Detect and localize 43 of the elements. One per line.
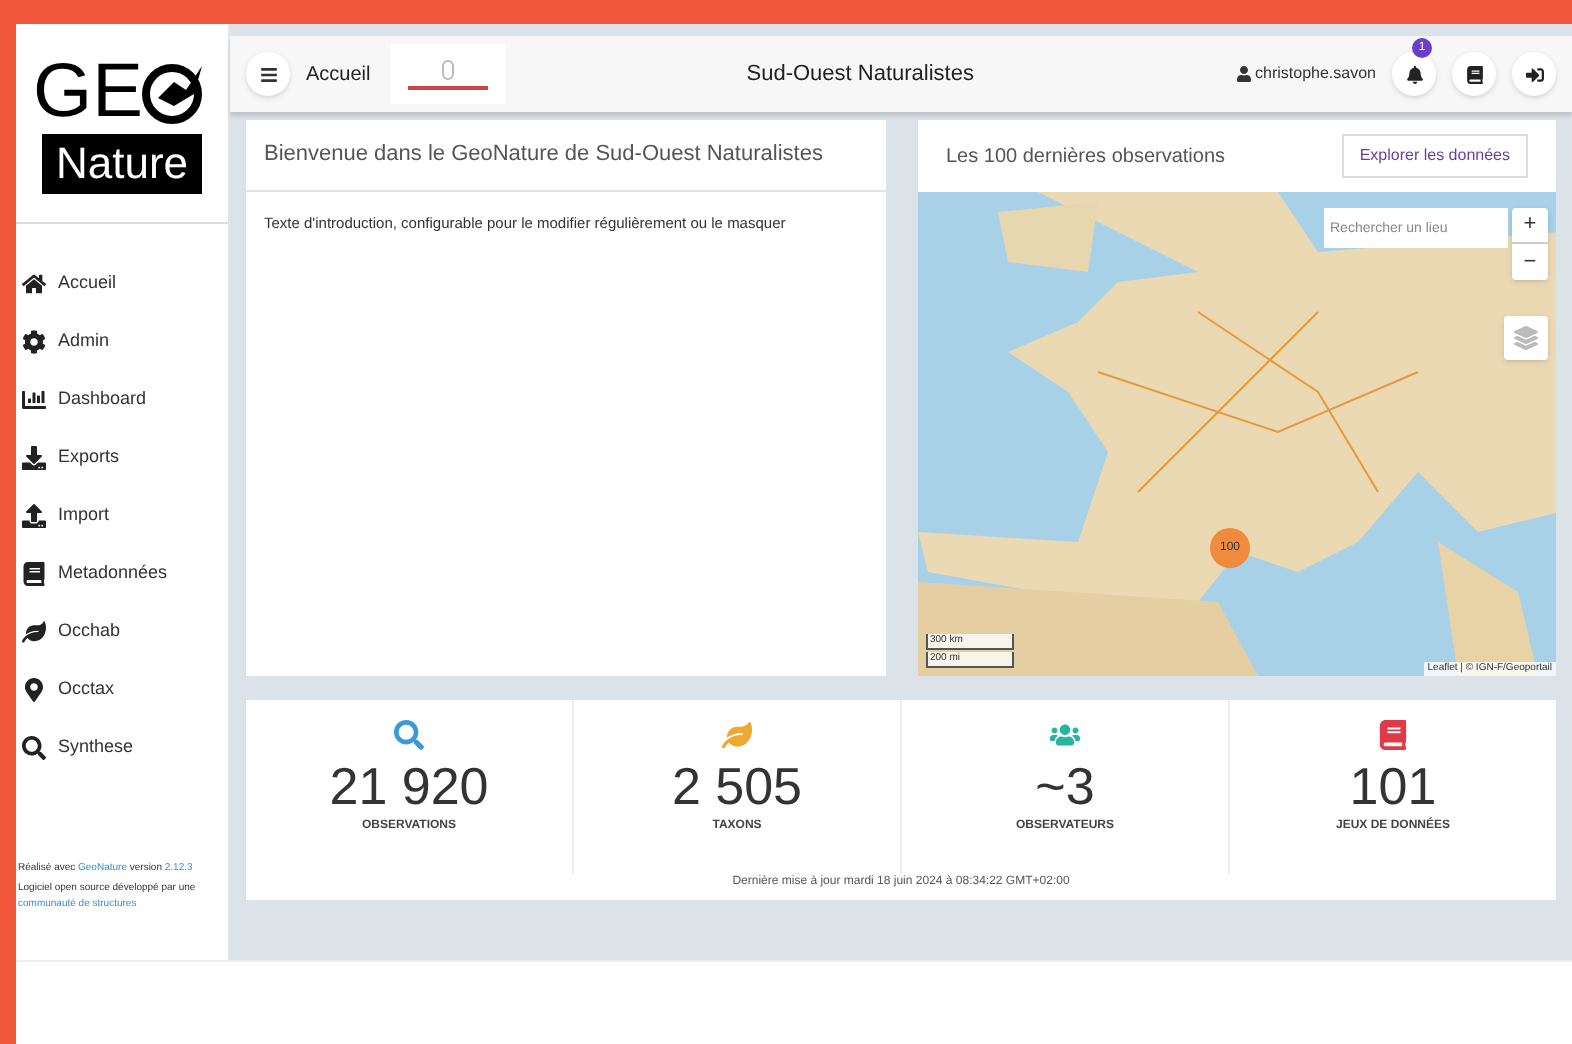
- book-icon: [1465, 65, 1483, 83]
- notifications-button[interactable]: [1392, 52, 1436, 96]
- menu-button[interactable]: [246, 52, 290, 96]
- zoom-in-button[interactable]: +: [1512, 208, 1548, 244]
- stat-value: ~3: [1035, 754, 1095, 818]
- sidebar-item[interactable]: Import: [16, 496, 228, 536]
- upload-icon: [22, 504, 46, 528]
- stat-value: 101: [1349, 754, 1437, 817]
- logo-text: Nature: [41, 133, 203, 193]
- stat-value: 21 920: [329, 754, 489, 818]
- explore-data-button[interactable]: Explorer les données: [1341, 134, 1528, 178]
- gear-icon: [22, 330, 46, 354]
- layers-icon: [1514, 326, 1538, 350]
- sidebar-item[interactable]: Synthese: [16, 728, 228, 768]
- stat-value: 2 505: [671, 754, 803, 818]
- sidebar-item[interactable]: Exports: [16, 438, 228, 478]
- download-icon: [22, 446, 46, 470]
- logo-text: GE: [33, 53, 143, 129]
- home-icon: [22, 272, 46, 296]
- partner-logo: [390, 44, 507, 104]
- sidebar-item[interactable]: Occhab: [16, 612, 228, 652]
- username: christophe.savon: [1255, 62, 1376, 86]
- user-icon: [1235, 66, 1252, 82]
- zoom-out-button[interactable]: −: [1512, 244, 1548, 280]
- bell-icon: [1405, 65, 1423, 83]
- book-icon: [22, 562, 46, 586]
- map-pin-icon: [22, 678, 46, 702]
- card-title: Bienvenue dans le GeoNature de Sud-Ouest Naturalistes: [246, 120, 886, 192]
- search-icon: [22, 736, 46, 760]
- sidebar-item[interactable]: Occtax: [16, 670, 228, 710]
- bar-chart-icon: [22, 388, 46, 412]
- logout-icon: [1525, 65, 1543, 83]
- leaf-icon: [22, 620, 46, 644]
- breadcrumb-text: Accueil: [306, 61, 371, 89]
- sidebar-item[interactable]: Metadonnées: [16, 554, 228, 594]
- logout-button[interactable]: [1512, 52, 1556, 96]
- sidebar-item[interactable]: Accueil: [16, 264, 228, 304]
- card-title: Les 100 dernières observations: [946, 143, 1226, 171]
- sidebar-item[interactable]: Admin: [16, 322, 228, 362]
- sidebar-item[interactable]: Dashboard: [16, 380, 228, 420]
- menu-icon: [259, 65, 277, 83]
- site-title: Sud-Ouest Naturalistes: [746, 59, 974, 90]
- documentation-button[interactable]: [1452, 52, 1496, 96]
